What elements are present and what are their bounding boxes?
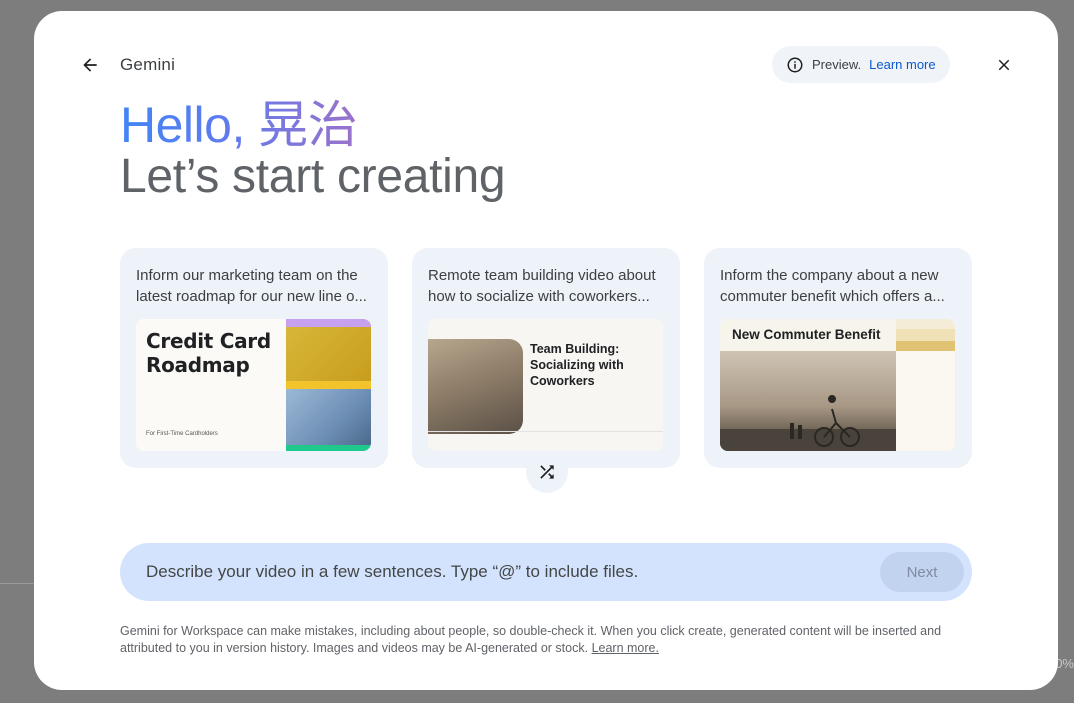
- couple-photo: [286, 389, 371, 445]
- suggestion-card-team-building[interactable]: Remote team building video about how to …: [412, 248, 680, 468]
- back-button[interactable]: [78, 53, 102, 77]
- background-percent-text: 0%: [1055, 656, 1074, 671]
- background-divider: [0, 583, 34, 584]
- suggestion-thumbnail: New Commuter Benefit: [720, 319, 955, 451]
- preview-badge: Preview. Learn more: [772, 46, 950, 83]
- color-swatch: [896, 351, 955, 451]
- color-swatch: [896, 319, 955, 329]
- suggestion-thumbnail: Credit Card Roadmap For First-Time Cardh…: [136, 319, 371, 451]
- cyclist-photo: [720, 351, 896, 451]
- suggestion-card-commuter-benefit[interactable]: Inform the company about a new commuter …: [704, 248, 972, 468]
- thumbnail-title: New Commuter Benefit: [732, 327, 881, 342]
- preview-label: Preview.: [812, 57, 862, 72]
- suggestion-prompt: Inform our marketing team on the latest …: [136, 267, 367, 305]
- color-swatch: [896, 341, 955, 351]
- greeting-heading: Hello, 晃治: [120, 97, 358, 153]
- page-subtitle: Let’s start creating: [120, 150, 506, 203]
- app-title: Gemini: [120, 55, 176, 74]
- close-icon: [998, 59, 1010, 71]
- info-icon: [787, 57, 803, 72]
- shuffle-suggestions-button[interactable]: [526, 451, 568, 493]
- thumbnail-caption: For First-Time Cardholders: [146, 431, 218, 437]
- disclaimer-learn-more-link[interactable]: Learn more.: [592, 641, 659, 655]
- next-button[interactable]: Next: [880, 552, 964, 592]
- suggestion-prompt: Remote team building video about how to …: [428, 267, 656, 305]
- disclaimer-body: Gemini for Workspace can make mistakes, …: [120, 624, 942, 655]
- gemini-create-dialog: Gemini Preview. Learn more Hello, 晃治 Let…: [34, 11, 1058, 690]
- input-placeholder: Describe your video in a few sentences. …: [146, 562, 639, 581]
- video-description-input[interactable]: Describe your video in a few sentences. …: [120, 543, 972, 601]
- disclaimer-text: Gemini for Workspace can make mistakes, …: [120, 623, 980, 657]
- card-payment-image: [286, 319, 371, 381]
- suggestion-card-roadmap[interactable]: Inform our marketing team on the latest …: [120, 248, 388, 468]
- thumbnail-title: Team Building: Socializing with Coworker…: [530, 342, 624, 388]
- thumbnail-accent: [286, 319, 371, 327]
- shuffle-icon: [540, 465, 554, 479]
- greeting-text: Hello, 晃治: [120, 97, 358, 153]
- dialog-header: Gemini: [78, 53, 175, 77]
- close-button[interactable]: [992, 53, 1016, 77]
- thumbnail-accent-bottom: [286, 445, 371, 451]
- preview-learn-more-link[interactable]: Learn more: [869, 57, 935, 72]
- color-swatch: [896, 329, 955, 341]
- suggestion-thumbnail: Team Building: Socializing with Coworker…: [428, 319, 663, 451]
- cyclist-silhouette: [720, 395, 896, 451]
- thumbnail-divider: [428, 431, 663, 432]
- arrow-back-icon: [83, 58, 97, 72]
- suggestion-prompt: Inform the company about a new commuter …: [720, 267, 945, 305]
- presenter-photo: [428, 339, 523, 434]
- thumbnail-band: [286, 381, 371, 389]
